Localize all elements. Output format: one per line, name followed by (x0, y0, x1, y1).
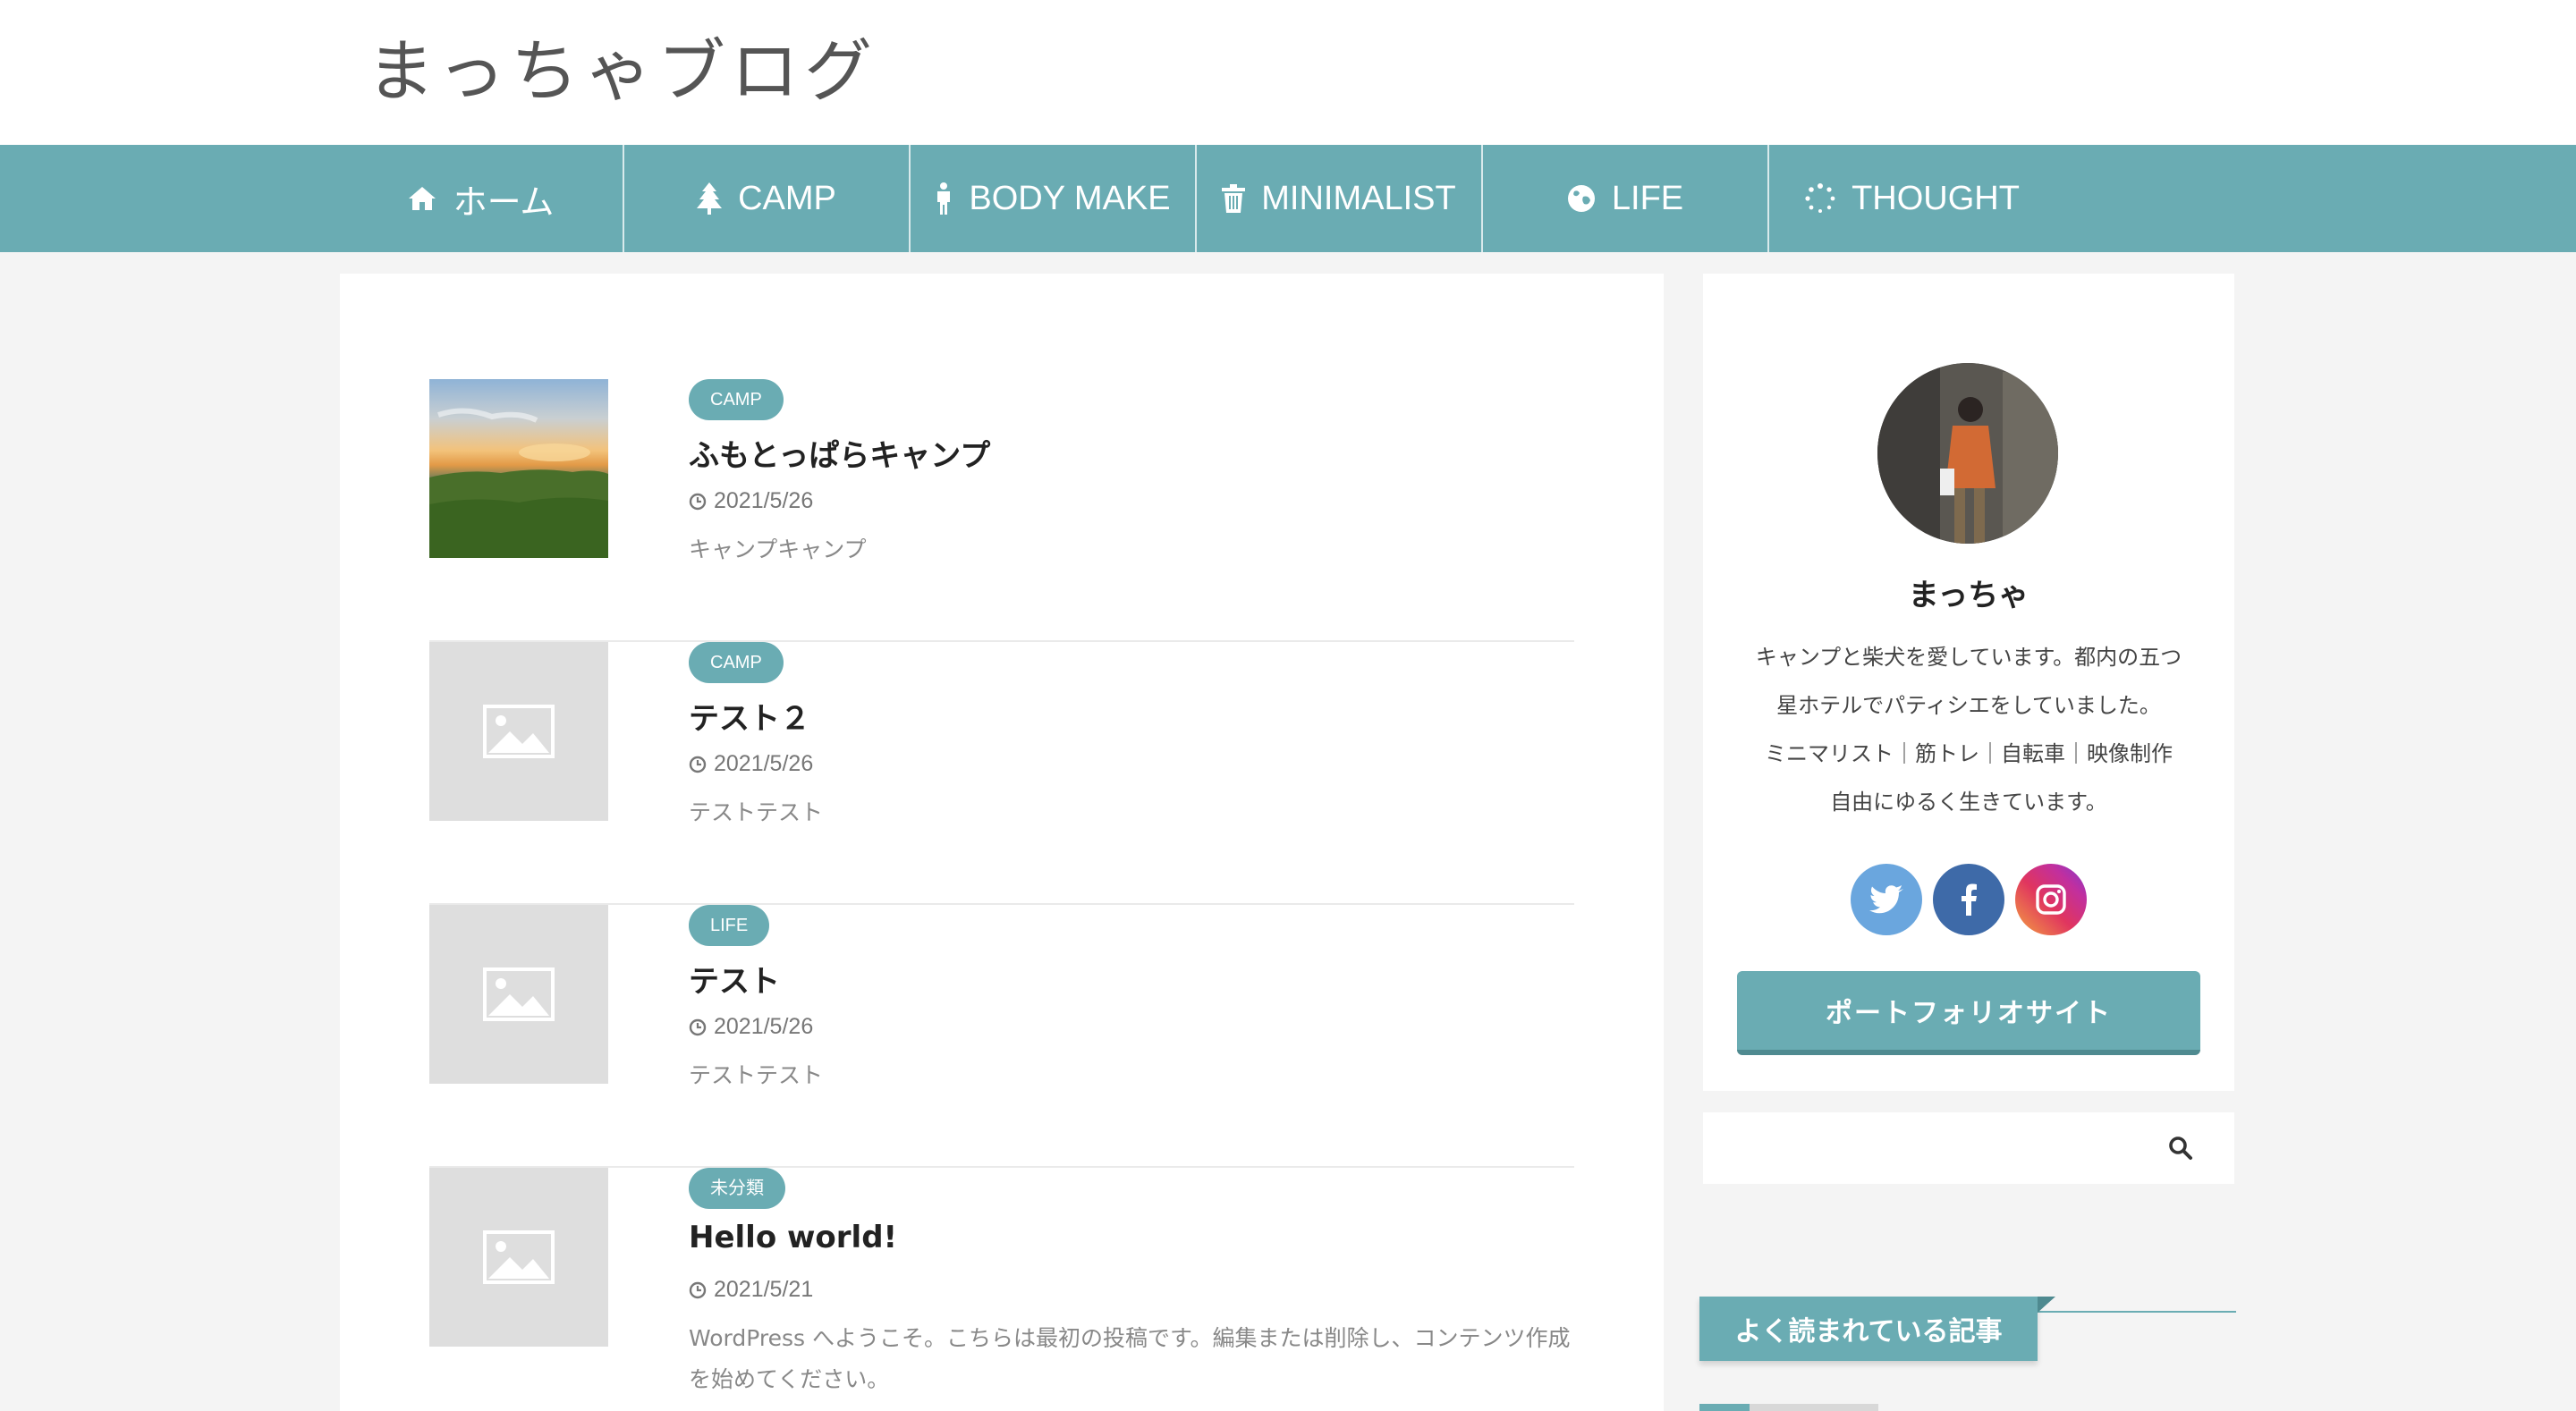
nav-item-body-make[interactable]: BODY MAKE (911, 145, 1197, 252)
category-badge[interactable]: LIFE (689, 905, 770, 946)
post-title[interactable]: テスト (689, 957, 780, 1001)
post-date: 2021/5/26 (689, 1014, 813, 1040)
heading-corner (2038, 1297, 2055, 1313)
spinner-icon (1805, 183, 1835, 214)
image-placeholder-icon (483, 705, 555, 758)
post-card[interactable]: CAMP ふもとっぱらキャンプ 2021/5/26 キャンプキャンプ (429, 379, 1574, 642)
post-date-text: 2021/5/26 (714, 1014, 814, 1039)
site-logo[interactable]: まっちゃブログ (367, 25, 877, 118)
person-icon (935, 182, 953, 215)
nav-item-home[interactable]: ホーム (338, 145, 624, 252)
clock-icon (689, 493, 707, 511)
nav-label: MINIMALIST (1261, 179, 1456, 217)
post-date: 2021/5/26 (689, 488, 813, 514)
post-date-text: 2021/5/26 (714, 751, 814, 776)
nav-label: CAMP (738, 179, 836, 217)
post-title[interactable]: ふもとっぱらキャンプ (689, 431, 990, 475)
nav-item-camp[interactable]: CAMP (624, 145, 911, 252)
post-excerpt: WordPress へようこそ。こちらは最初の投稿です。編集または削除し、コンテ… (689, 1325, 1571, 1392)
search-button[interactable] (2163, 1130, 2199, 1166)
profile-bio-line: ミニマリスト｜筋トレ｜自転車｜映像制作 (1765, 741, 2173, 766)
nav-item-thought[interactable]: THOUGHT (1769, 145, 2055, 252)
search-input[interactable] (1703, 1112, 2150, 1184)
instagram-button[interactable] (2015, 864, 2087, 935)
popular-posts-heading: よく読まれている記事 (1699, 1297, 2236, 1368)
popular-posts-title: よく読まれている記事 (1699, 1297, 2038, 1361)
nav-item-life[interactable]: LIFE (1483, 145, 1769, 252)
post-thumbnail[interactable] (429, 379, 608, 558)
post-excerpt: テストテスト (689, 799, 824, 825)
post-thumbnail[interactable] (429, 642, 608, 821)
site-header: まっちゃブログ (0, 0, 2576, 145)
landscape-photo (429, 408, 608, 558)
category-badge[interactable]: CAMP (689, 379, 784, 420)
profile-bio-line: キャンプと柴犬を愛しています。都内の五つ (1755, 645, 2182, 670)
category-badge[interactable]: CAMP (689, 642, 784, 683)
post-date-text: 2021/5/21 (714, 1277, 814, 1302)
post-card[interactable]: 未分類 Hello world! 2021/5/21 WordPress へよう… (429, 1168, 1574, 1411)
profile-bio-line: 星ホテルでパティシエをしていました。 (1776, 693, 2161, 718)
post-card[interactable]: CAMP テスト２ 2021/5/26 テストテスト (429, 642, 1574, 905)
clock-icon (689, 756, 707, 773)
post-thumbnail[interactable] (429, 1168, 608, 1347)
profile-bio: キャンプと柴犬を愛しています。都内の五つ 星ホテルでパティシエをしていました。 … (1739, 633, 2199, 826)
nav-label: THOUGHT (1852, 179, 2020, 217)
profile-card: まっちゃ キャンプと柴犬を愛しています。都内の五つ 星ホテルでパティシエをしてい… (1703, 274, 2234, 1091)
clock-icon (689, 1281, 707, 1299)
nav-label: LIFE (1611, 179, 1684, 217)
social-links (1703, 864, 2234, 935)
clock-icon (689, 1018, 707, 1036)
twitter-icon (1869, 885, 1903, 914)
facebook-button[interactable] (1933, 864, 2004, 935)
post-date: 2021/5/26 (689, 751, 813, 777)
nav-label: ホーム (453, 183, 555, 222)
category-badge[interactable]: 未分類 (689, 1168, 785, 1209)
post-thumbnail[interactable] (429, 905, 608, 1084)
avatar (1877, 363, 2058, 544)
image-placeholder-icon (483, 1230, 555, 1284)
trash-icon (1222, 184, 1246, 213)
image-placeholder-icon (483, 967, 555, 1021)
popular-tabs-bar[interactable] (1699, 1404, 1878, 1411)
tree-icon (697, 182, 723, 215)
post-excerpt: キャンプキャンプ (689, 537, 867, 562)
post-title[interactable]: Hello world! (689, 1220, 897, 1255)
post-date: 2021/5/21 (689, 1277, 813, 1303)
twitter-button[interactable] (1851, 864, 1922, 935)
profile-bio-line: 自由にゆるく生きています。 (1830, 790, 2107, 815)
post-card[interactable]: LIFE テスト 2021/5/26 テストテスト (429, 905, 1574, 1168)
popular-tab-active[interactable] (1699, 1404, 1750, 1411)
post-title[interactable]: テスト２ (689, 694, 810, 738)
home-icon (407, 185, 437, 212)
nav-item-minimalist[interactable]: MINIMALIST (1197, 145, 1483, 252)
facebook-icon (1962, 883, 1977, 916)
globe-icon (1567, 184, 1596, 213)
global-nav: ホーム CAMP BODY MAKE MINIMALIST LIFE THOUG… (0, 145, 2576, 252)
instagram-icon (2036, 884, 2066, 915)
post-excerpt: テストテスト (689, 1062, 824, 1088)
heading-underline (2038, 1311, 2236, 1313)
search-icon (2169, 1136, 2192, 1160)
post-list: CAMP ふもとっぱらキャンプ 2021/5/26 キャンプキャンプ CAMP … (340, 274, 1664, 1411)
search-box (1703, 1112, 2234, 1184)
nav-label: BODY MAKE (969, 179, 1171, 217)
post-date-text: 2021/5/26 (714, 488, 814, 513)
profile-name: まっちゃ (1908, 578, 2029, 613)
portfolio-button[interactable]: ポートフォリオサイト (1737, 971, 2200, 1055)
